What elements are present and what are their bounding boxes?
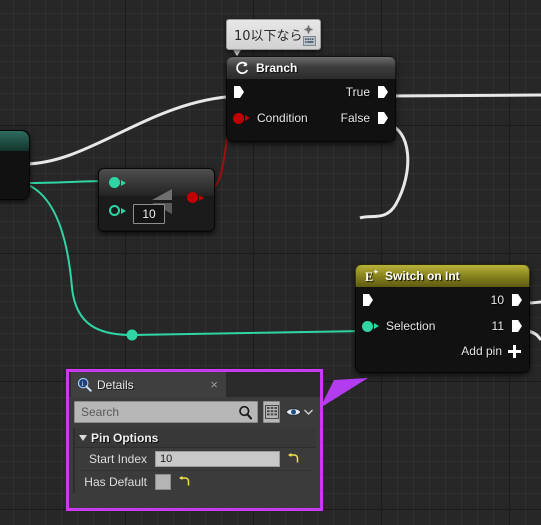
details-tabstrip: i Details × <box>69 372 320 397</box>
pin-false-label: False <box>340 111 370 125</box>
reroute-node[interactable] <box>126 329 138 341</box>
pin-compare-a[interactable] <box>109 177 126 188</box>
start-index-input[interactable]: 10 <box>155 451 280 467</box>
keyboard-icon <box>303 36 316 46</box>
expander-triangle-icon[interactable] <box>79 434 87 441</box>
property-label: Start Index <box>88 452 147 466</box>
svg-text:i: i <box>82 380 84 388</box>
pin-condition-label: Condition <box>257 111 308 125</box>
node-switch-body: 10 Selection 11 Add pin <box>355 287 530 373</box>
grid-view-icon <box>264 405 279 419</box>
revert-arrow-icon[interactable] <box>178 476 190 488</box>
pin-arrow <box>199 194 204 201</box>
pin-condition-in[interactable] <box>233 112 250 124</box>
pin-exec-out-false[interactable] <box>377 111 389 125</box>
node-offscreen-left[interactable] <box>0 130 30 200</box>
compare-literal-value[interactable]: 10 <box>133 204 165 224</box>
svg-text:E: E <box>365 270 373 284</box>
pin-arrow <box>121 179 126 186</box>
pin-options-section: Pin Options Start Index 10 Has Default <box>73 428 316 493</box>
wire-reroute-to-selection <box>131 330 366 336</box>
pin-exec-in[interactable] <box>233 85 245 99</box>
search-input[interactable] <box>79 404 238 420</box>
pin-dot <box>109 205 120 216</box>
pin-exec-in[interactable] <box>362 293 374 307</box>
pin-true-label: True <box>345 85 370 99</box>
search-icon[interactable] <box>238 405 253 420</box>
wire-exec-to-branch <box>23 94 239 166</box>
node-switch-row-2: Selection 11 <box>356 313 529 339</box>
pin-arrow <box>121 207 126 214</box>
tab-details[interactable]: i Details × <box>71 372 226 397</box>
node-branch-body: True Condition False <box>226 79 396 142</box>
grid-view-button[interactable] <box>263 401 280 423</box>
node-switch-header[interactable]: E Switch on Int <box>355 264 530 287</box>
chevron-down-icon[interactable] <box>304 409 313 415</box>
branch-loop-icon <box>236 61 249 74</box>
comment-bubble[interactable]: 10以下なら <box>226 19 321 50</box>
node-branch-row-1: True <box>227 79 395 105</box>
details-toolbar <box>69 397 320 425</box>
details-magnifier-icon: i <box>77 377 92 392</box>
switch-e-icon: E <box>365 269 378 284</box>
property-row-start-index: Start Index 10 <box>75 448 316 470</box>
pin-out-11-label: 11 <box>491 319 504 333</box>
node-branch-title: Branch <box>256 61 298 75</box>
has-default-checkbox[interactable] <box>155 474 171 490</box>
pin-arrow <box>374 323 379 329</box>
pin-arrow <box>245 115 250 121</box>
details-panel[interactable]: i Details × Search Pin Options Start Ind… <box>66 369 323 511</box>
pin-dot <box>233 112 244 124</box>
node-branch[interactable]: Branch True Condition False <box>226 56 396 142</box>
pin-exec-out-10[interactable] <box>511 293 523 307</box>
visibility-button[interactable] <box>285 406 315 418</box>
tab-details-label: Details <box>97 377 134 392</box>
node-switch-on-int[interactable]: E Switch on Int 10 Selection 11 Add pin <box>355 264 530 373</box>
plus-icon <box>508 344 521 358</box>
add-pin-button[interactable]: Add pin <box>356 339 529 367</box>
blueprint-graph-canvas[interactable]: 10 Branch True Condition False E Switch … <box>0 0 541 525</box>
property-row-has-default: Has Default <box>75 471 316 493</box>
node-branch-header[interactable]: Branch <box>226 56 396 79</box>
pin-out-10-label: 10 <box>490 293 504 307</box>
comment-bubble-text: 10以下なら <box>234 29 303 44</box>
pin-dot <box>109 177 120 188</box>
pin-exec-out[interactable] <box>0 157 1 171</box>
pin-compare-b[interactable] <box>109 205 126 216</box>
pin-compare-result[interactable] <box>187 192 204 203</box>
search-field[interactable] <box>74 401 258 423</box>
visibility-eye-icon <box>285 408 302 416</box>
pin-selection-in[interactable] <box>362 320 379 332</box>
pin-exec-out-true[interactable] <box>377 85 389 99</box>
pin-selection-label: Selection <box>386 319 436 333</box>
callout-arrow <box>320 378 368 408</box>
pin-options-title: Pin Options <box>91 430 159 445</box>
node-branch-row-2: Condition False <box>227 105 395 131</box>
node-header <box>0 131 29 151</box>
pin-options-header[interactable]: Pin Options <box>75 428 316 448</box>
wire-true-out <box>385 93 541 98</box>
pushpin-icon[interactable] <box>302 23 315 36</box>
node-switch-row-1: 10 <box>356 287 529 313</box>
pin-dot <box>187 192 198 203</box>
add-pin-label: Add pin <box>461 344 502 358</box>
close-icon[interactable]: × <box>208 378 220 391</box>
node-compare-collapsed[interactable]: 10 <box>98 168 215 232</box>
pin-dot <box>362 320 373 332</box>
node-switch-title: Switch on Int <box>385 269 460 283</box>
pin-exec-out-11[interactable] <box>511 319 523 333</box>
revert-arrow-icon[interactable] <box>287 453 299 465</box>
property-label: Has Default <box>84 475 147 489</box>
